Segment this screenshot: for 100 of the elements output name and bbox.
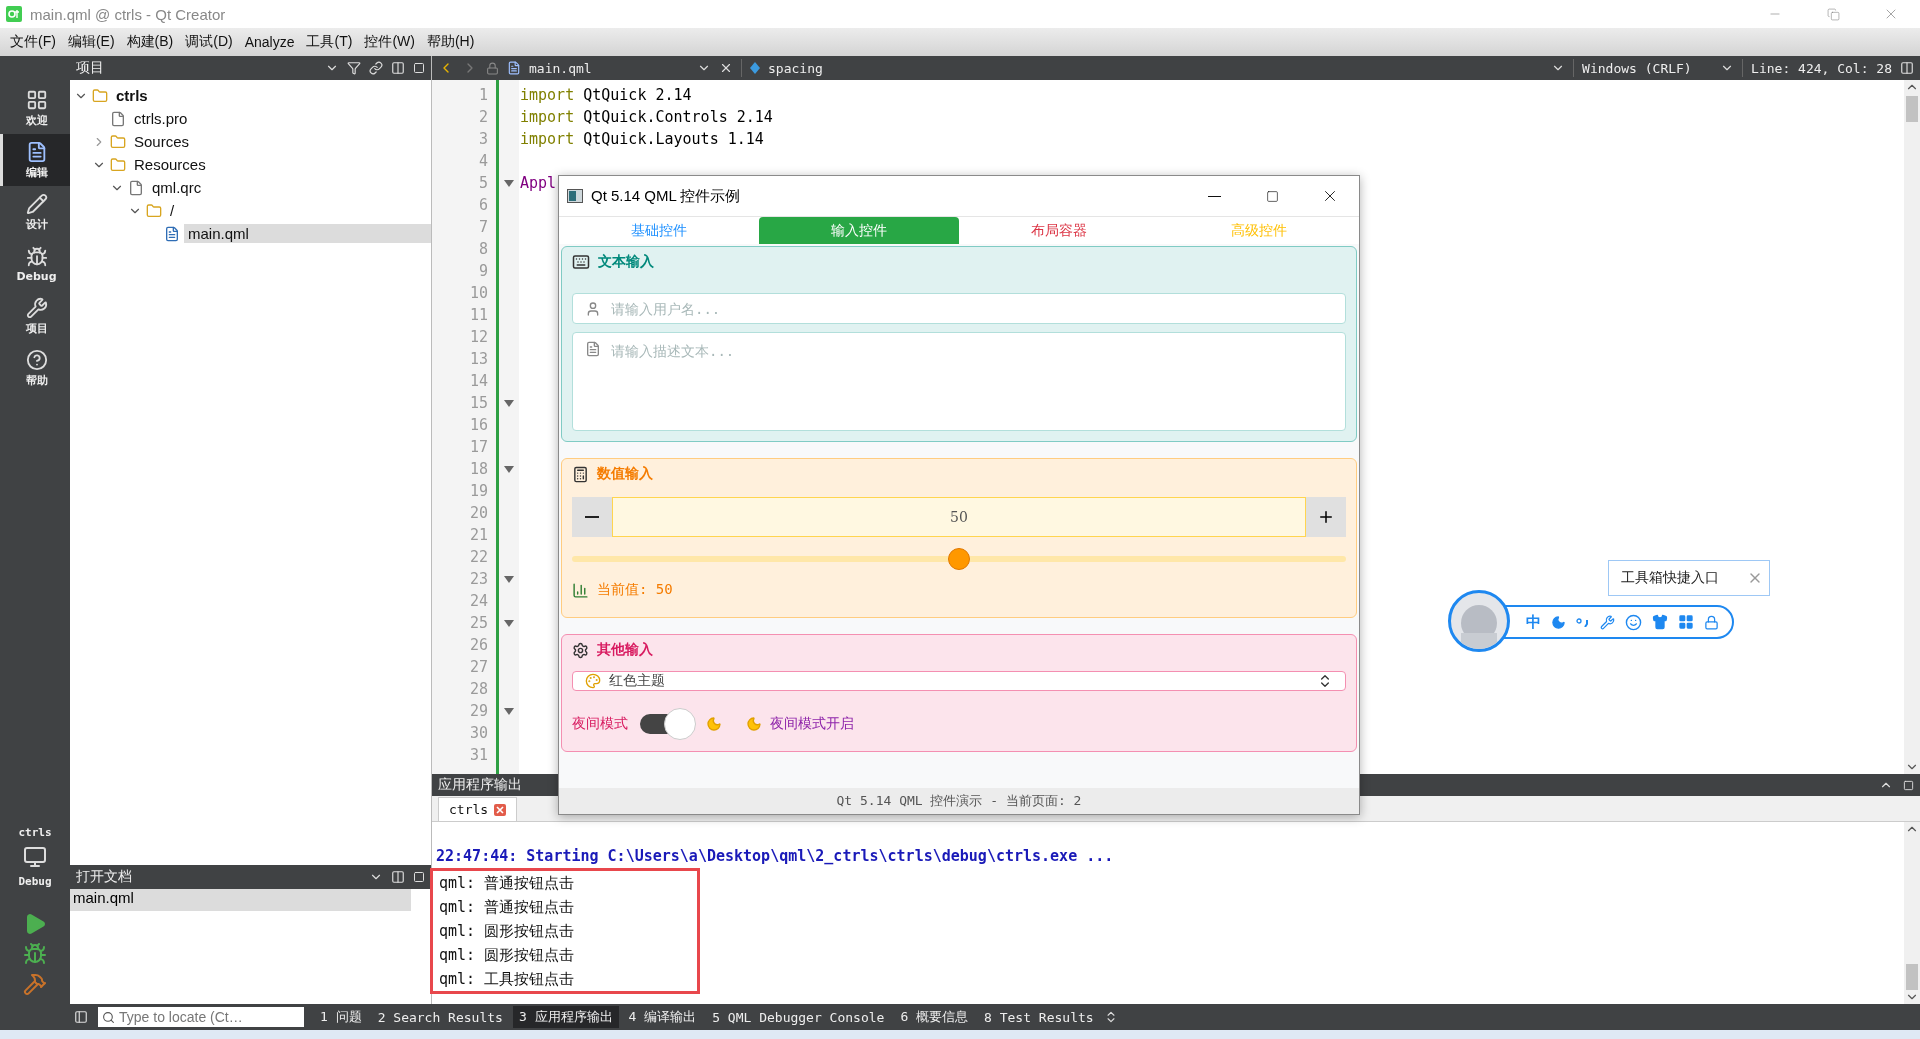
wrench-icon[interactable]	[1600, 614, 1615, 630]
code-line: import QtQuick.Layouts 1.14	[520, 130, 764, 148]
output-pane-button[interactable]: 5 QML Debugger Console	[706, 1006, 891, 1028]
fold-icon[interactable]	[504, 179, 514, 187]
filter-icon[interactable]	[347, 61, 361, 75]
fold-icon[interactable]	[504, 399, 514, 407]
sidebar-toggle-icon[interactable]	[74, 1010, 88, 1024]
document-item[interactable]: main.qml	[70, 889, 411, 911]
line-number: 15	[468, 393, 489, 414]
locator-field[interactable]: Type to locate (Ct…	[98, 1007, 304, 1027]
tree-item[interactable]: ctrls.pro	[130, 109, 208, 128]
monitor-icon[interactable]	[23, 845, 47, 869]
gear-icon	[572, 641, 589, 659]
scrollbar-thumb[interactable]	[1906, 964, 1918, 990]
line-number: 5	[477, 173, 489, 194]
input-mode-button[interactable]: 中	[1526, 612, 1541, 632]
menu-item[interactable]: 工具(T)	[300, 33, 359, 51]
tree-item[interactable]: main.qml	[184, 224, 431, 243]
output-pane-button[interactable]: 3 应用程序输出	[512, 1006, 619, 1028]
moon-icon[interactable]	[1551, 614, 1566, 630]
output-pane-button[interactable]: 8 Test Results	[978, 1006, 1100, 1028]
close-icon[interactable]	[494, 803, 507, 816]
menu-item[interactable]: 构建(B)	[120, 33, 180, 51]
grid-icon	[25, 88, 48, 111]
menu-item[interactable]: 调试(D)	[179, 33, 239, 51]
description-input[interactable]: 请输入描述文本...	[609, 341, 1333, 422]
split-icon[interactable]	[1900, 61, 1914, 75]
grid-icon[interactable]	[1678, 614, 1694, 630]
line-number: 7	[477, 217, 489, 238]
file-name[interactable]: main.qml	[529, 60, 689, 76]
output-pane-button[interactable]: 4 编译输出	[622, 1006, 703, 1028]
tree-item[interactable]: Resources	[130, 155, 226, 174]
slider[interactable]	[572, 547, 1346, 571]
split-icon[interactable]	[391, 870, 405, 884]
tree-item[interactable]: Sources	[130, 132, 210, 151]
minus-icon	[585, 516, 599, 518]
theme-dropdown[interactable]: 红色主题	[572, 671, 1346, 691]
scrollbar[interactable]	[1904, 80, 1920, 774]
shirt-icon[interactable]	[1652, 614, 1668, 630]
mode-button[interactable]: 欢迎	[0, 82, 70, 134]
output-tab[interactable]: ctrls	[438, 797, 518, 821]
slider-handle[interactable]	[948, 548, 970, 570]
close-pane-icon[interactable]	[413, 871, 425, 883]
scrollbar-thumb[interactable]	[1906, 96, 1918, 122]
fold-icon[interactable]	[504, 619, 514, 627]
username-field[interactable]: 请输入用户名...	[572, 293, 1346, 325]
line-number: 10	[468, 283, 489, 304]
line-number: 9	[477, 261, 489, 282]
lock-icon[interactable]	[1704, 614, 1719, 630]
plus-icon	[1317, 508, 1335, 526]
output-pane-button[interactable]: 6 概要信息	[894, 1006, 975, 1028]
line-ending-selector[interactable]: Windows (CRLF)	[1582, 60, 1713, 76]
output-line: qml: 普通按钮点击	[439, 873, 576, 894]
project-label: ctrls	[18, 826, 52, 839]
menu-item[interactable]: Analyze	[238, 34, 301, 50]
menu-item[interactable]: 编辑(E)	[61, 33, 121, 51]
cursor-position: Line: 424, Col: 28	[1751, 60, 1892, 76]
mode-button[interactable]: 编辑	[0, 134, 70, 186]
output-pane-button[interactable]: 2 Search Results	[371, 1006, 509, 1028]
symbol-selector[interactable]: spacing	[768, 60, 1544, 76]
pane-title: 打开文档	[76, 868, 133, 886]
punctuation-icon[interactable]	[1576, 617, 1590, 627]
fold-icon[interactable]	[504, 575, 514, 583]
line-number: 12	[468, 327, 489, 348]
tree-item[interactable]: /	[166, 201, 195, 220]
menu-item[interactable]: 文件(F)	[4, 33, 62, 51]
scrollbar[interactable]	[1904, 822, 1920, 1004]
mode-button[interactable]: 设计	[0, 186, 70, 238]
description-field[interactable]: 请输入描述文本...	[572, 332, 1346, 431]
smiley-icon[interactable]	[1625, 613, 1642, 631]
menu-item[interactable]: 控件(W)	[358, 33, 421, 51]
help-icon	[25, 348, 48, 371]
line-number: 3	[477, 129, 489, 150]
mode-button[interactable]: 项目	[0, 290, 70, 342]
section-title: 其他输入	[597, 641, 653, 659]
menu-item[interactable]: 帮助(H)	[420, 33, 481, 51]
debug-run-icon[interactable]	[23, 942, 47, 966]
line-number: 23	[468, 569, 489, 590]
username-input[interactable]: 请输入用户名...	[609, 299, 1333, 318]
section-title: 数值输入	[597, 465, 653, 483]
fold-icon[interactable]	[504, 707, 514, 715]
line-number: 6	[477, 195, 489, 216]
fold-icon[interactable]	[504, 465, 514, 473]
tree-item[interactable]: ctrls	[112, 86, 168, 105]
link-icon[interactable]	[369, 61, 383, 75]
line-number: 4	[477, 151, 489, 172]
spin-box-value[interactable]: 50	[612, 497, 1306, 537]
output-pane-button[interactable]: 1 问题	[314, 1006, 368, 1028]
tree-item[interactable]: qml.qrc	[148, 178, 222, 197]
increment-button[interactable]	[1306, 497, 1346, 537]
moon-icon	[746, 716, 762, 732]
tab[interactable]: 布局容器	[959, 217, 1159, 244]
close-pane-icon[interactable]	[413, 62, 425, 74]
mode-button[interactable]: 帮助	[0, 342, 70, 394]
close-icon[interactable]	[719, 61, 733, 75]
maximize-icon[interactable]	[1903, 779, 1914, 791]
mode-button[interactable]: Debug	[0, 238, 70, 290]
split-icon[interactable]	[391, 61, 405, 75]
note-icon	[585, 341, 601, 358]
build-icon[interactable]	[23, 972, 47, 996]
